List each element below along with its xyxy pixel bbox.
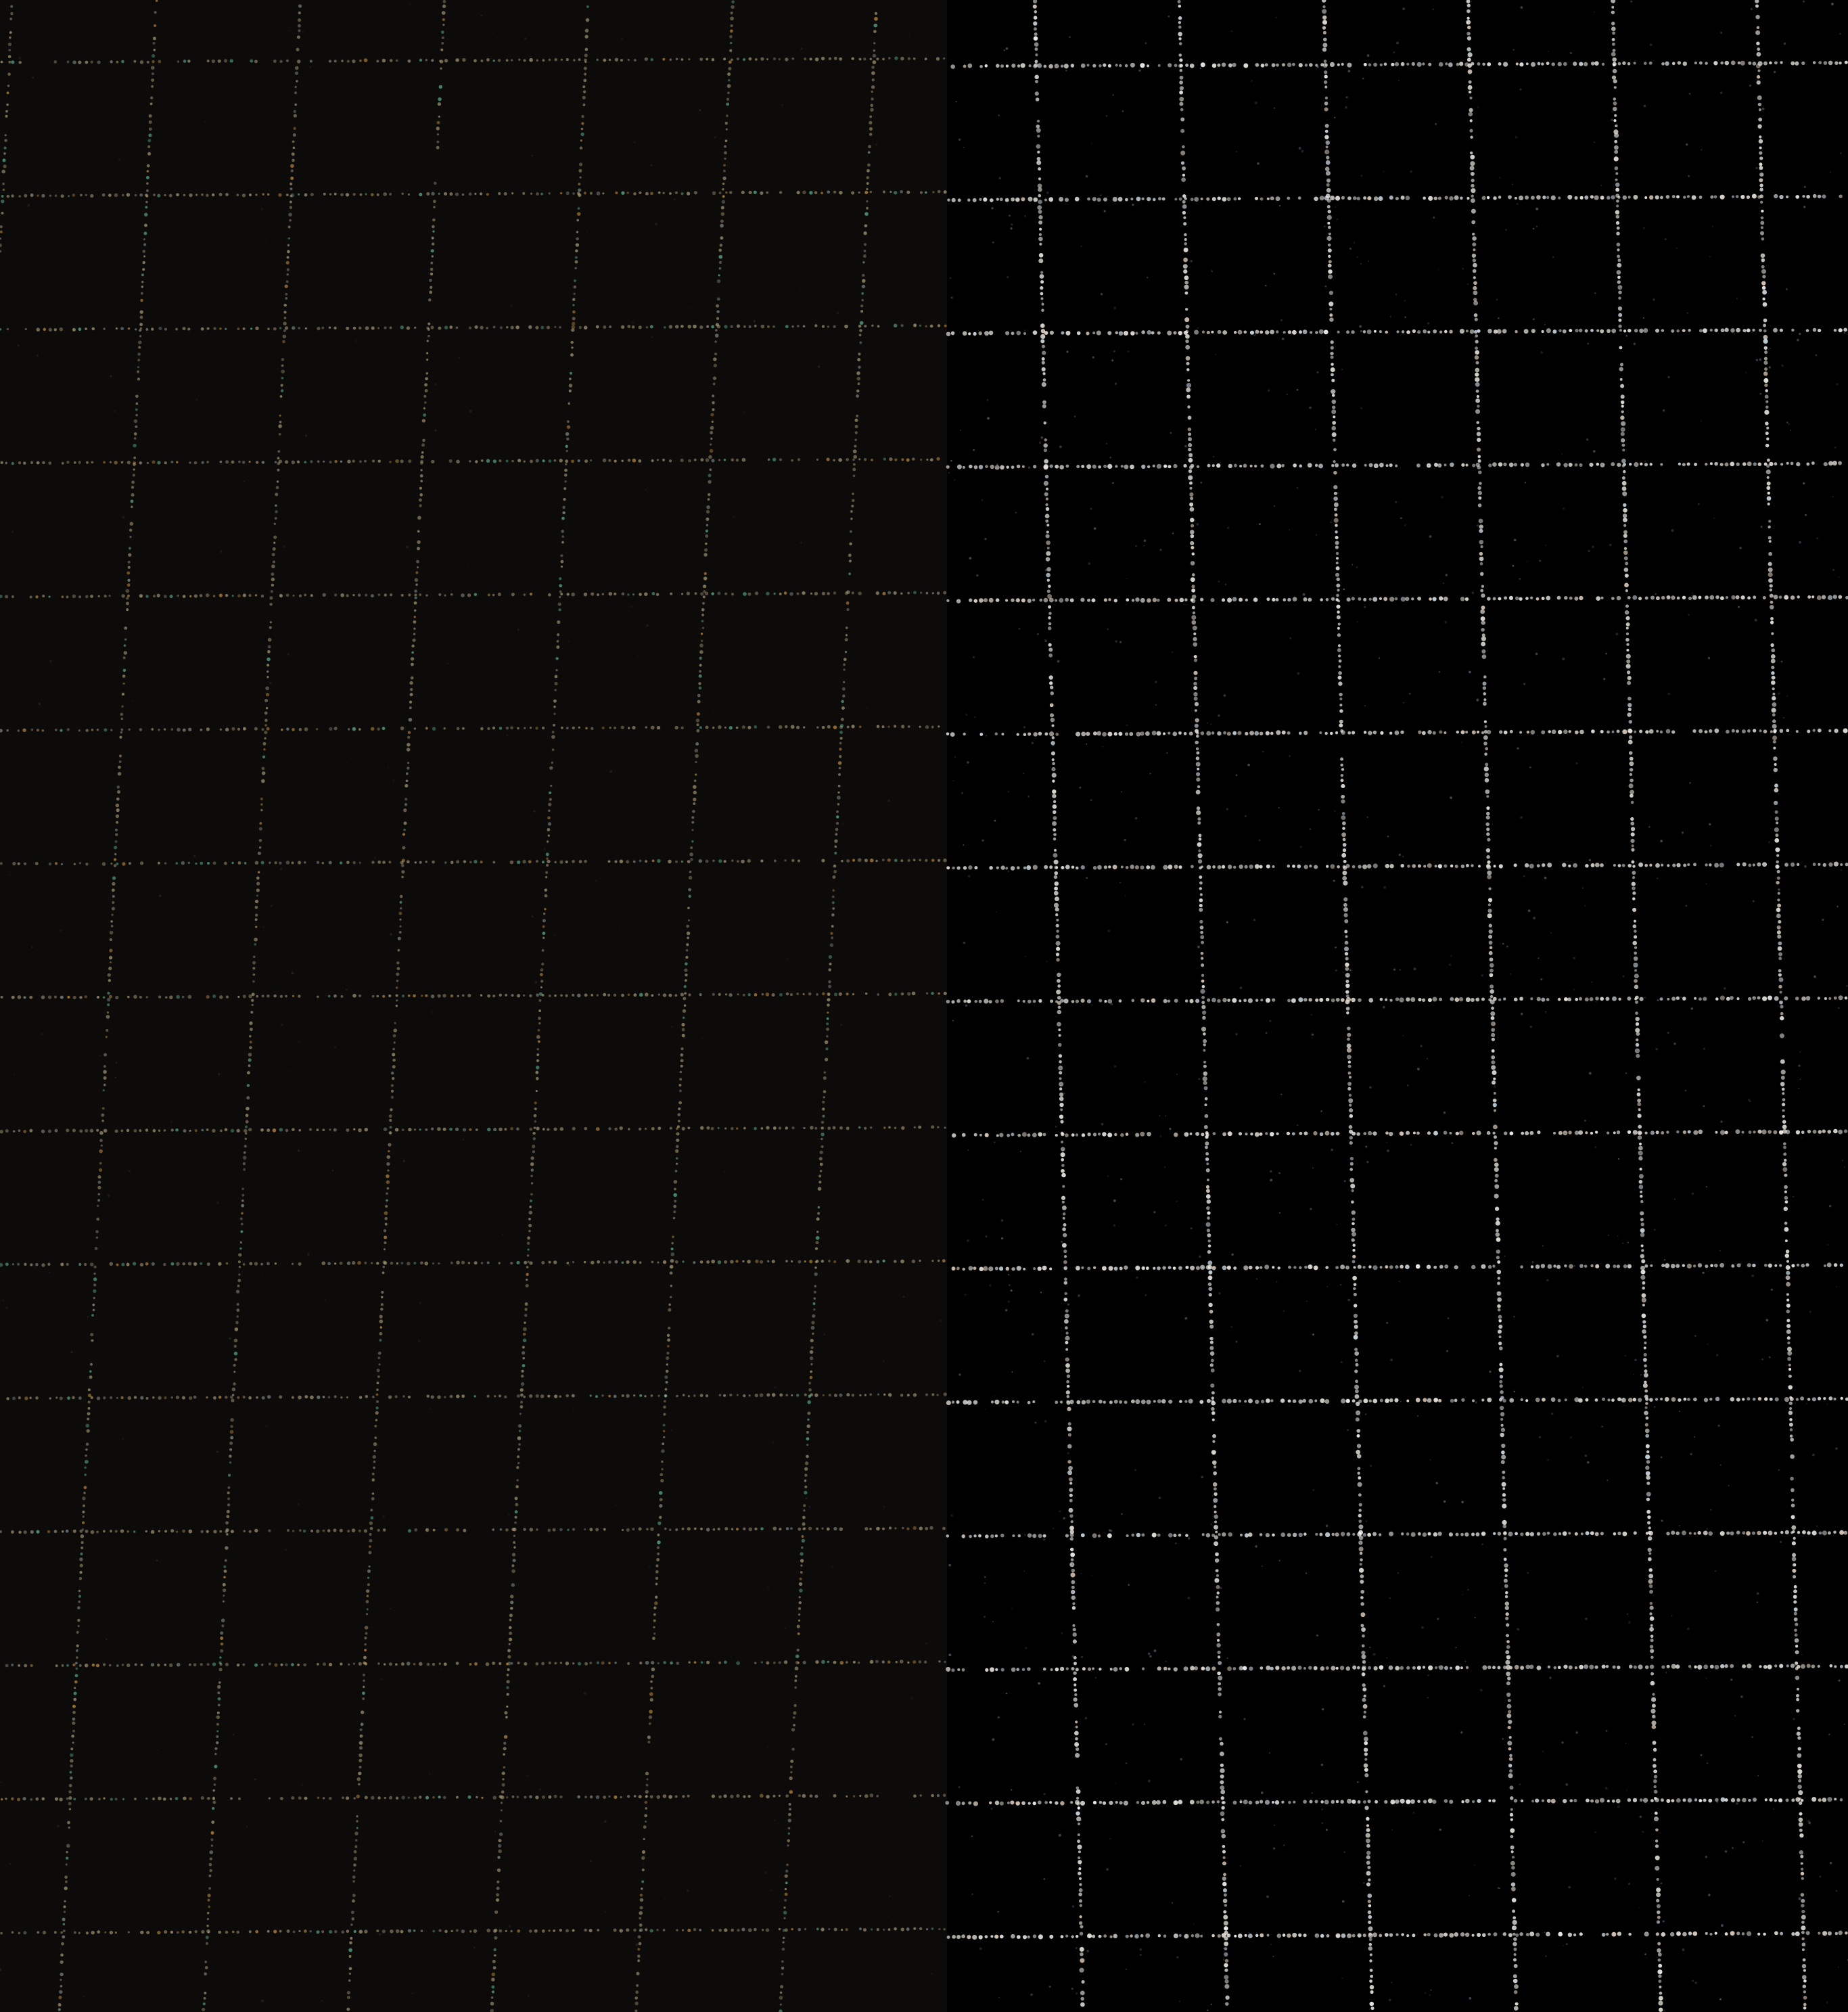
photo-panel-right	[945, 0, 1848, 2012]
photo-panel-left	[0, 0, 947, 2012]
scene-canvas	[0, 0, 1848, 2012]
grid-photo-comparison	[0, 0, 1848, 2012]
panel-background-right	[947, 0, 1848, 2012]
